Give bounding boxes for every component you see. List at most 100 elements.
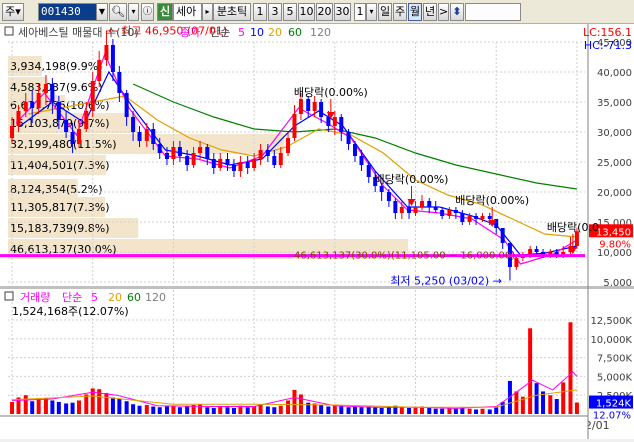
price-legend-ma5: 5 (238, 26, 245, 39)
candle-body (379, 186, 384, 192)
volume-bar (117, 398, 122, 414)
info-button[interactable]: ⓘ (141, 3, 154, 21)
min-price-label: 최저 5,250 (03/02) → (390, 275, 502, 288)
volume-bar (245, 407, 250, 414)
chevron-right-icon: > (439, 5, 449, 18)
chevron-down-icon: ▾ (131, 7, 136, 16)
volume-bar (171, 405, 176, 414)
candle-body (225, 159, 230, 165)
next-button[interactable]: > (438, 3, 449, 21)
volume-bar (413, 407, 418, 414)
volume-bar (104, 392, 109, 414)
volume-bar (198, 404, 203, 414)
candle-body (231, 165, 236, 171)
price-legend-ma20: 20 (268, 26, 282, 39)
date-input[interactable] (465, 3, 521, 21)
volume-bar (353, 406, 358, 414)
volume-profile-label: 4,583,037(9.6%) (10, 81, 103, 94)
volume-bar (554, 398, 559, 414)
candle-body (252, 159, 257, 168)
candle-body (467, 216, 472, 222)
volume-bar (185, 406, 190, 414)
volume-profile-label: 3,934,198(9.9%) (10, 60, 103, 73)
volume-bar (453, 408, 458, 414)
sort-button[interactable]: ⬍ (450, 3, 464, 21)
market-select[interactable]: 주▾ (2, 3, 24, 21)
volume-bar (225, 407, 230, 414)
candle-body (50, 84, 55, 102)
volume-legend-title: 거래량 (20, 291, 50, 304)
period-button-3[interactable]: 3 (268, 3, 282, 21)
name-scroll-button[interactable]: ▸ (202, 3, 213, 21)
chart-area: 3,934,198(9.9%)4,583,037(9.6%)6,677,775(… (0, 24, 634, 439)
candle-body (144, 129, 149, 141)
candle-body (393, 201, 398, 213)
candle-body (56, 102, 61, 120)
volume-profile-label: 46,613,137(30.0%) (10, 243, 117, 256)
volume-bar (319, 404, 324, 414)
candle-body (312, 102, 317, 111)
volume-profile-label: 11,305,817(7.3%) (10, 201, 110, 214)
stock-chart-svg[interactable]: 3,934,198(9.9%)4,583,037(9.6%)6,677,775(… (0, 24, 634, 439)
volume-bar (131, 404, 136, 414)
volume-bar (218, 406, 223, 414)
volume-bar (500, 401, 505, 414)
period-button-1[interactable]: 1 (253, 3, 267, 21)
candle-body (286, 138, 291, 153)
period-button-20[interactable]: 20 (316, 3, 333, 21)
chevron-right-icon: ▸ (205, 7, 210, 16)
volume-bar (447, 407, 452, 414)
period-dropdown-button[interactable]: ▾ (366, 3, 377, 21)
chart-type-button[interactable]: 분초틱 (213, 3, 251, 21)
candle-body (433, 207, 438, 210)
candle-body (198, 147, 203, 153)
volume-tick-label: 12,500K (590, 316, 632, 327)
candle-body (16, 111, 21, 126)
current-price-label: 13,450 (596, 227, 631, 238)
volume-bar (467, 408, 472, 414)
period-label: 20 (317, 5, 332, 18)
credit-badge[interactable]: 신 (157, 3, 173, 21)
candle-body (171, 147, 176, 159)
volume-bar (407, 407, 412, 414)
volume-bar (346, 407, 351, 414)
dividend-label: 배당락(0.00%) (375, 173, 449, 186)
candle-body (70, 132, 75, 144)
code-dropdown-button[interactable]: ▼ (96, 3, 108, 21)
volume-profile-label: 32,199,480(11.5%) (10, 138, 117, 151)
candle-body (292, 114, 297, 138)
candle-body (164, 153, 169, 159)
volume-bar (574, 402, 579, 414)
unit-week-button[interactable]: 주 (393, 3, 407, 21)
volume-legend-ma5: 5 (91, 291, 98, 304)
range-label: 46,613,137(30.0%)(11,105.00 ~ 16,000.00) (294, 250, 515, 261)
pane-divider[interactable] (0, 286, 634, 289)
candle-body (23, 102, 28, 111)
candle-body (238, 162, 243, 171)
volume-bar (30, 401, 35, 414)
unit-label: 년 (424, 5, 436, 18)
period-value-input[interactable]: 1 (354, 3, 366, 21)
search-dropdown-button[interactable]: ▾ (128, 3, 139, 21)
period-button-10[interactable]: 10 (298, 3, 315, 21)
chevron-down-icon: ▾ (369, 7, 374, 16)
unit-month-button[interactable]: 월 (408, 3, 422, 21)
volume-legend-checkbox[interactable] (4, 291, 14, 301)
volume-bar (460, 407, 465, 414)
candle-body (205, 147, 210, 159)
period-button-5[interactable]: 5 (283, 3, 297, 21)
dividend-label: 배당락(0.00%) (455, 194, 529, 207)
period-button-30[interactable]: 30 (334, 3, 351, 21)
candle-body (10, 126, 15, 138)
price-tick-label: 25,000 (597, 158, 632, 169)
volume-bar (528, 328, 533, 414)
search-button[interactable]: 🔍︎ (109, 3, 127, 21)
price-legend-title: 세아베스틸 매물대 수(10) (18, 26, 139, 39)
unit-year-button[interactable]: 년 (423, 3, 437, 21)
candle-body (278, 153, 283, 165)
volume-bar (440, 408, 445, 414)
legend-checkbox[interactable] (4, 26, 14, 36)
volume-bar (84, 394, 89, 414)
unit-day-button[interactable]: 일 (378, 3, 392, 21)
up-down-arrow-icon: ⬍ (452, 5, 462, 18)
